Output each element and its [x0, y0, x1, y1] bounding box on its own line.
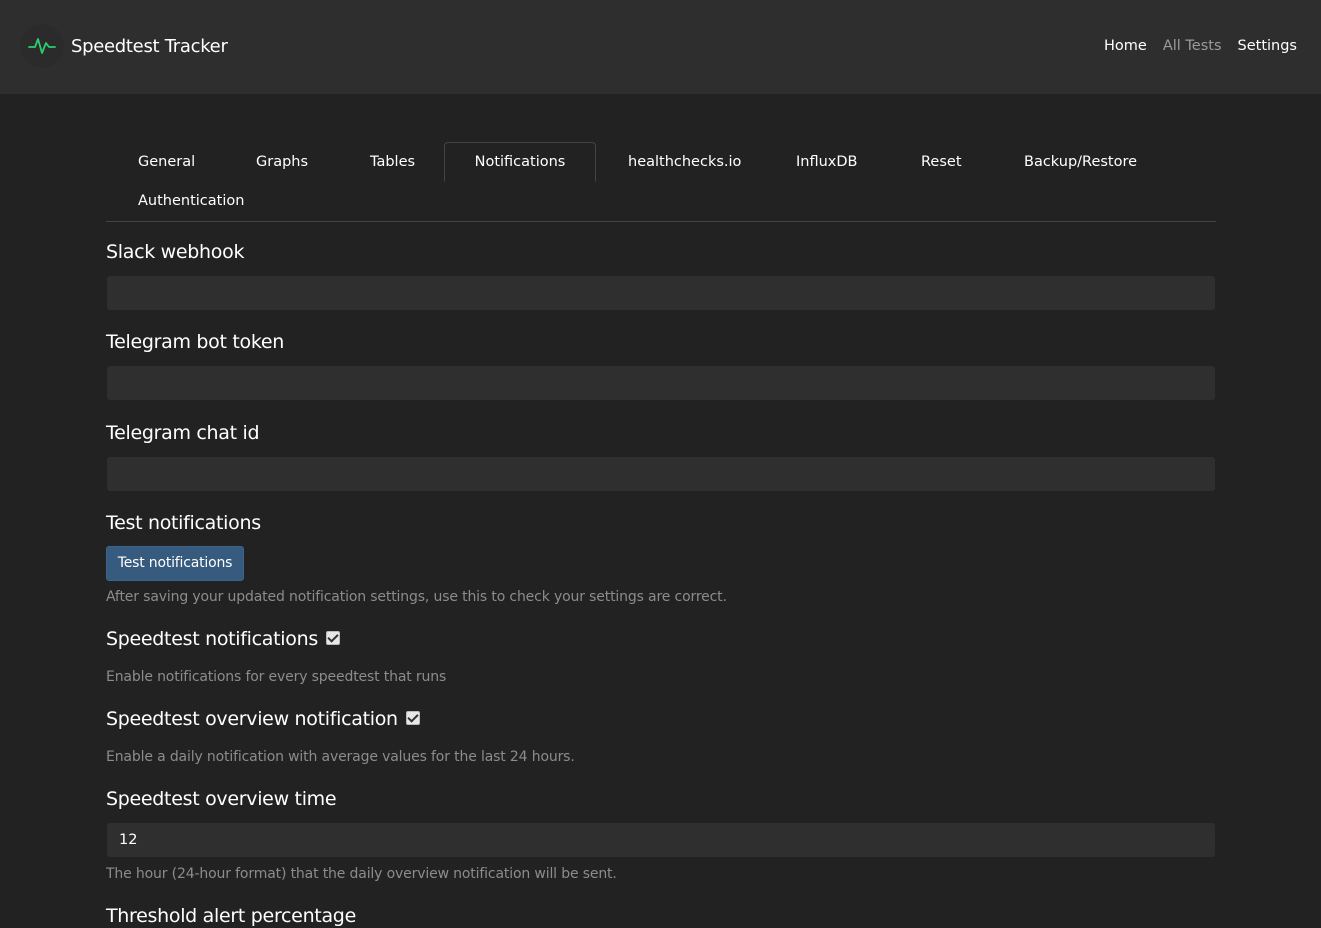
- telegram-bot-token-input[interactable]: [107, 366, 1215, 400]
- tab-authentication[interactable]: Authentication: [138, 193, 244, 209]
- brand[interactable]: Speedtest Tracker: [20, 24, 228, 68]
- telegram-chat-id-label: Telegram chat id: [106, 422, 260, 444]
- tab-graphs[interactable]: Graphs: [256, 154, 308, 170]
- tab-healthchecks[interactable]: healthchecks.io: [628, 154, 741, 170]
- speedtest-notifications-checkbox[interactable]: [325, 630, 340, 645]
- nav-link-settings[interactable]: Settings: [1238, 38, 1297, 54]
- slack-webhook-input[interactable]: [107, 276, 1215, 310]
- tab-influxdb[interactable]: InfluxDB: [796, 154, 857, 170]
- speedtest-notifications-row: Speedtest notifications: [106, 628, 340, 650]
- tab-backup-restore[interactable]: Backup/Restore: [1024, 154, 1137, 170]
- overview-notification-checkbox[interactable]: [405, 710, 420, 725]
- overview-time-label: Speedtest overview time: [106, 788, 337, 810]
- settings-tabs: General Graphs Tables Notifications heal…: [106, 142, 1216, 222]
- tab-tables[interactable]: Tables: [370, 154, 415, 170]
- telegram-chat-id-input[interactable]: [107, 457, 1215, 491]
- app-title: Speedtest Tracker: [71, 35, 228, 57]
- navbar: Speedtest Tracker Home All Tests Setting…: [0, 0, 1321, 94]
- overview-notification-help: Enable a daily notification with average…: [106, 749, 575, 765]
- overview-notification-label: Speedtest overview notification: [106, 708, 398, 730]
- nav-links: Home All Tests Settings: [1104, 38, 1297, 54]
- nav-link-home[interactable]: Home: [1104, 38, 1147, 54]
- pulse-icon: [20, 24, 64, 68]
- overview-notification-row: Speedtest overview notification: [106, 708, 420, 730]
- speedtest-notifications-label: Speedtest notifications: [106, 628, 318, 650]
- test-notifications-label: Test notifications: [106, 512, 261, 534]
- nav-link-all-tests[interactable]: All Tests: [1163, 38, 1222, 54]
- tab-general[interactable]: General: [138, 154, 195, 170]
- slack-webhook-label: Slack webhook: [106, 241, 245, 263]
- test-notifications-button[interactable]: Test notifications: [106, 546, 244, 581]
- overview-time-help: The hour (24-hour format) that the daily…: [106, 866, 617, 882]
- speedtest-notifications-help: Enable notifications for every speedtest…: [106, 669, 447, 685]
- threshold-alert-label: Threshold alert percentage: [106, 905, 356, 927]
- tab-notifications[interactable]: Notifications: [444, 142, 596, 182]
- tab-reset[interactable]: Reset: [921, 154, 962, 170]
- overview-time-input[interactable]: [107, 823, 1215, 857]
- test-notifications-help: After saving your updated notification s…: [106, 589, 727, 605]
- telegram-bot-token-label: Telegram bot token: [106, 331, 285, 353]
